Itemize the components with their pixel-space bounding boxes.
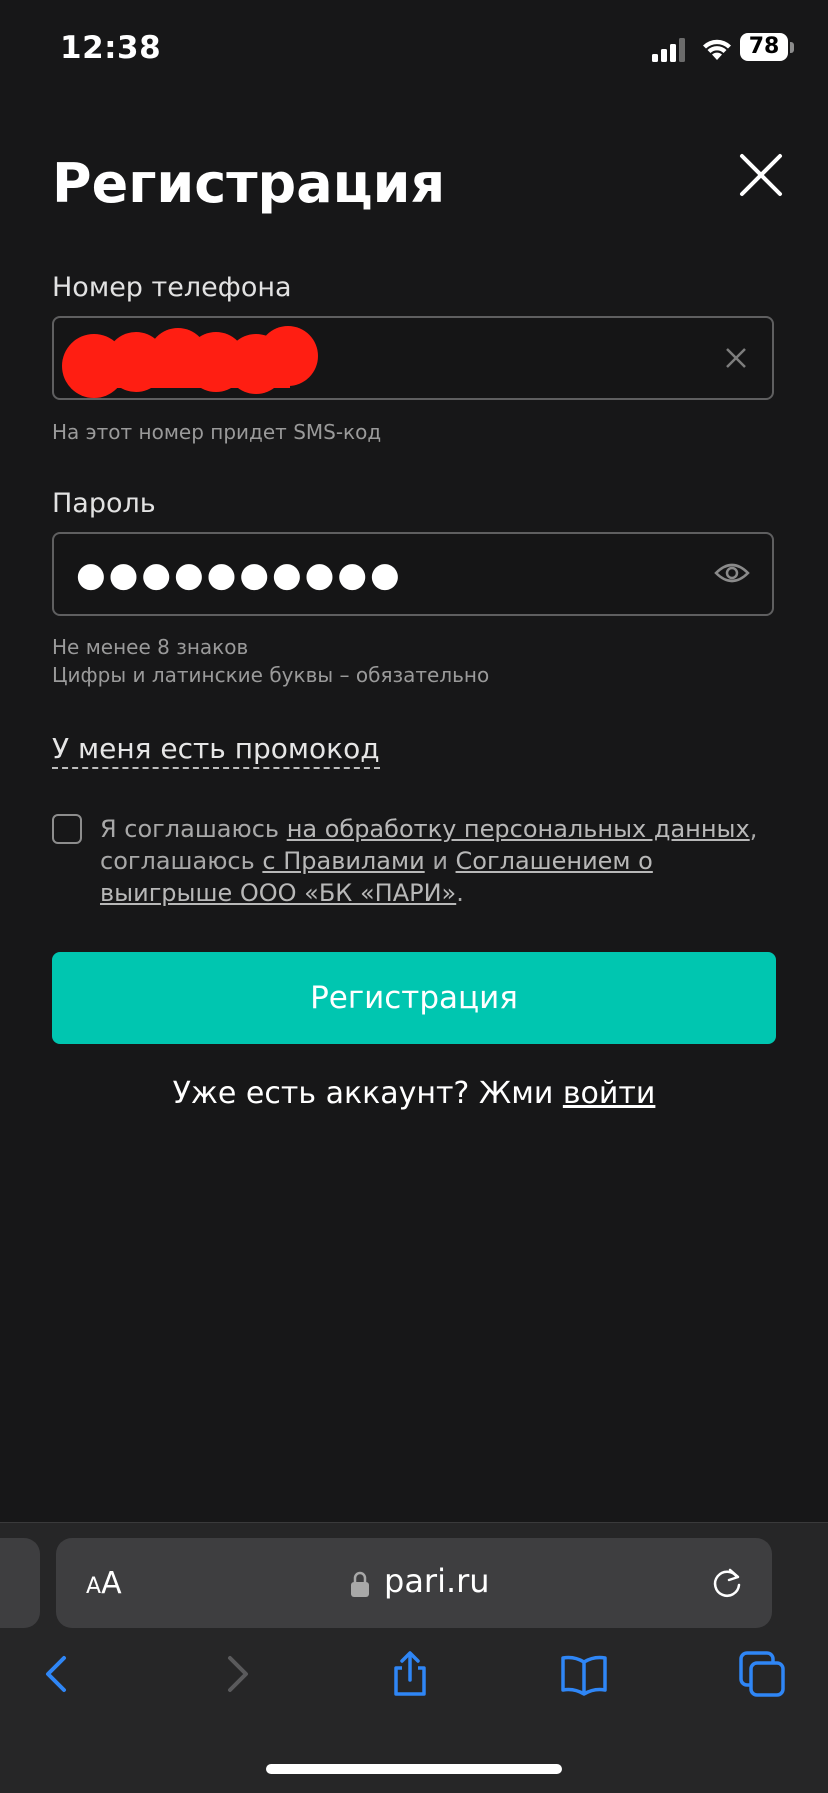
back-icon[interactable] bbox=[34, 1650, 82, 1698]
forward-icon[interactable] bbox=[212, 1650, 260, 1698]
text-size-big: A bbox=[101, 1566, 122, 1601]
reload-icon[interactable] bbox=[710, 1566, 744, 1600]
consent-text: Я соглашаюсь на обработку персональных д… bbox=[100, 813, 780, 909]
status-time: 12:38 bbox=[60, 30, 162, 66]
battery-indicator: 78 bbox=[740, 33, 794, 63]
phone-label: Номер телефона bbox=[52, 272, 292, 303]
text-size-button[interactable]: AA bbox=[86, 1566, 122, 1601]
cellular-signal-icon bbox=[652, 38, 685, 62]
consent-prefix: Я соглашаюсь bbox=[100, 815, 287, 843]
password-value: ●●●●●●●●●● bbox=[76, 555, 403, 595]
wifi-icon bbox=[703, 39, 731, 60]
previous-tab-preview[interactable] bbox=[0, 1538, 40, 1628]
text-size-small: A bbox=[86, 1574, 102, 1599]
phone-hint: На этот номер придет SMS-код bbox=[52, 420, 382, 444]
consent-mid-2: и bbox=[424, 847, 456, 875]
page-title: Регистрация bbox=[52, 152, 446, 215]
rules-link[interactable]: с Правилами bbox=[262, 847, 424, 875]
login-link[interactable]: войти bbox=[563, 1076, 656, 1111]
password-hint-chars: Цифры и латинские буквы – обязательно bbox=[52, 663, 490, 687]
personal-data-link[interactable]: на обработку персональных данных bbox=[287, 815, 750, 843]
login-prompt: Уже есть аккаунт? Жми войти bbox=[0, 1076, 828, 1111]
lock-icon bbox=[351, 1571, 369, 1597]
password-label: Пароль bbox=[52, 488, 156, 519]
login-prompt-text: Уже есть аккаунт? Жми bbox=[172, 1076, 563, 1111]
home-indicator bbox=[266, 1764, 562, 1774]
close-icon[interactable] bbox=[738, 152, 784, 198]
battery-level: 78 bbox=[740, 33, 788, 61]
battery-nub bbox=[790, 42, 794, 53]
share-icon[interactable] bbox=[386, 1650, 434, 1698]
register-button[interactable]: Регистрация bbox=[52, 952, 776, 1044]
consent-checkbox[interactable] bbox=[52, 814, 82, 844]
bookmarks-icon[interactable] bbox=[560, 1650, 608, 1698]
clear-icon[interactable] bbox=[724, 346, 748, 370]
eye-icon[interactable] bbox=[714, 560, 750, 586]
password-hint-length: Не менее 8 знаков bbox=[52, 635, 249, 659]
consent-suffix: . bbox=[456, 879, 464, 907]
tabs-icon[interactable] bbox=[738, 1650, 786, 1698]
redacted-phone-number bbox=[62, 326, 318, 398]
url-text[interactable]: pari.ru bbox=[384, 1562, 490, 1600]
promo-code-link[interactable]: У меня есть промокод bbox=[52, 732, 380, 769]
